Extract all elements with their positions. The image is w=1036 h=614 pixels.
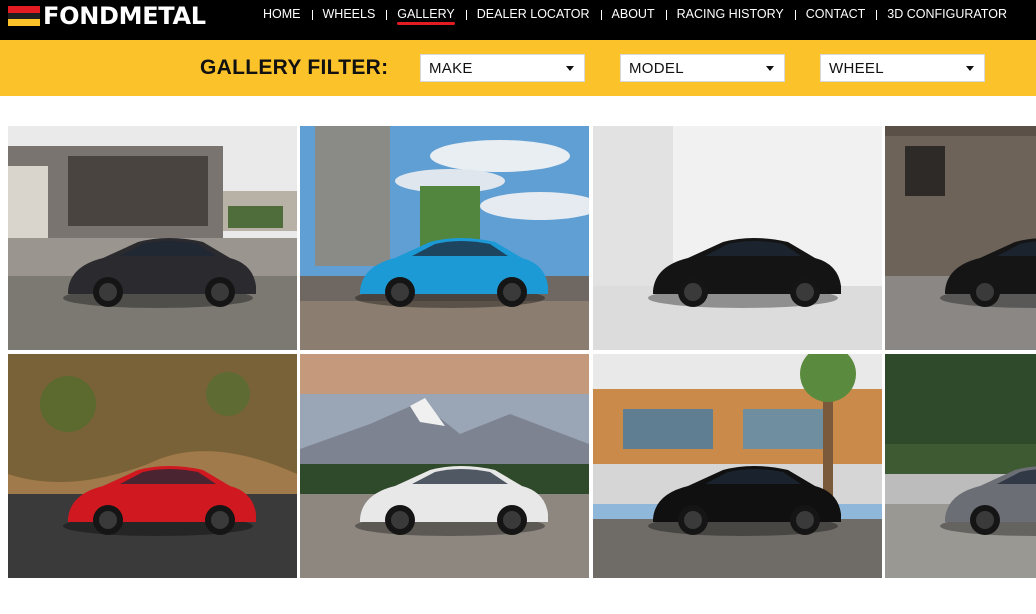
gallery-photo[interactable] bbox=[300, 126, 589, 350]
car-photo-image bbox=[885, 126, 1036, 350]
model-select[interactable]: MODEL bbox=[620, 54, 785, 82]
chevron-down-icon bbox=[566, 66, 574, 71]
car-photo-image bbox=[593, 126, 882, 350]
wheel-select[interactable]: WHEEL bbox=[820, 54, 985, 82]
car-photo-image bbox=[300, 126, 589, 350]
gallery-photo[interactable] bbox=[885, 126, 1036, 350]
nav-item-3d-configurator[interactable]: 3D CONFIGURATOR bbox=[876, 0, 1018, 28]
nav-item-label: 3D CONFIGURATOR bbox=[887, 7, 1007, 21]
brand-name: FONDMETAL bbox=[43, 2, 206, 30]
make-select[interactable]: MAKE bbox=[420, 54, 585, 82]
nav-item-about[interactable]: ABOUT bbox=[600, 0, 666, 28]
gallery-filter-bar: GALLERY FILTER: MAKE MODEL WHEEL bbox=[0, 40, 1036, 96]
chevron-down-icon bbox=[766, 66, 774, 71]
gallery-photo[interactable] bbox=[593, 354, 882, 578]
nav-item-label: ABOUT bbox=[611, 7, 655, 21]
car-photo-image bbox=[8, 126, 297, 350]
car-photo-image bbox=[885, 354, 1036, 578]
model-select-value: MODEL bbox=[629, 59, 684, 77]
gallery-photo[interactable] bbox=[885, 354, 1036, 578]
nav-item-label: RACING HISTORY bbox=[676, 7, 784, 21]
flag-icon bbox=[8, 6, 40, 27]
nav-item-wheels[interactable]: WHEELS bbox=[311, 0, 387, 28]
nav-item-dealer-locator[interactable]: DEALER LOCATOR bbox=[465, 0, 601, 28]
gallery-filter-title: GALLERY FILTER: bbox=[200, 56, 389, 79]
chevron-down-icon bbox=[966, 66, 974, 71]
nav-item-label: HOME bbox=[263, 7, 301, 21]
nav-item-home[interactable]: HOME bbox=[252, 0, 312, 28]
fondmetal-logo[interactable]: FONDMETAL bbox=[8, 3, 206, 29]
nav-item-label: GALLERY bbox=[397, 7, 455, 21]
nav-item-label: CONTACT bbox=[805, 7, 866, 21]
nav-item-label: DEALER LOCATOR bbox=[476, 7, 590, 21]
gallery-photo[interactable] bbox=[593, 126, 882, 350]
car-photo-image bbox=[8, 354, 297, 578]
gallery-photo[interactable] bbox=[8, 126, 297, 350]
nav-item-contact[interactable]: CONTACT bbox=[794, 0, 877, 28]
active-tab-underline bbox=[397, 22, 455, 25]
car-photo-image bbox=[300, 354, 589, 578]
make-select-value: MAKE bbox=[429, 59, 473, 77]
car-photo-image bbox=[593, 354, 882, 578]
nav-item-label: WHEELS bbox=[322, 7, 376, 21]
nav-item-gallery[interactable]: GALLERY bbox=[386, 0, 465, 28]
nav-item-racing-history[interactable]: RACING HISTORY bbox=[665, 0, 795, 28]
gallery-grid bbox=[8, 126, 1036, 579]
gallery-photo[interactable] bbox=[8, 354, 297, 578]
main-nav: HOME WHEELS GALLERY DEALER LOCATOR ABOUT RACI… bbox=[252, 0, 1018, 28]
gallery-photo[interactable] bbox=[300, 354, 589, 578]
top-nav-bar: FONDMETAL HOME WHEELS GALLERY DEALER LOCATO… bbox=[0, 0, 1036, 40]
wheel-select-value: WHEEL bbox=[829, 59, 884, 77]
